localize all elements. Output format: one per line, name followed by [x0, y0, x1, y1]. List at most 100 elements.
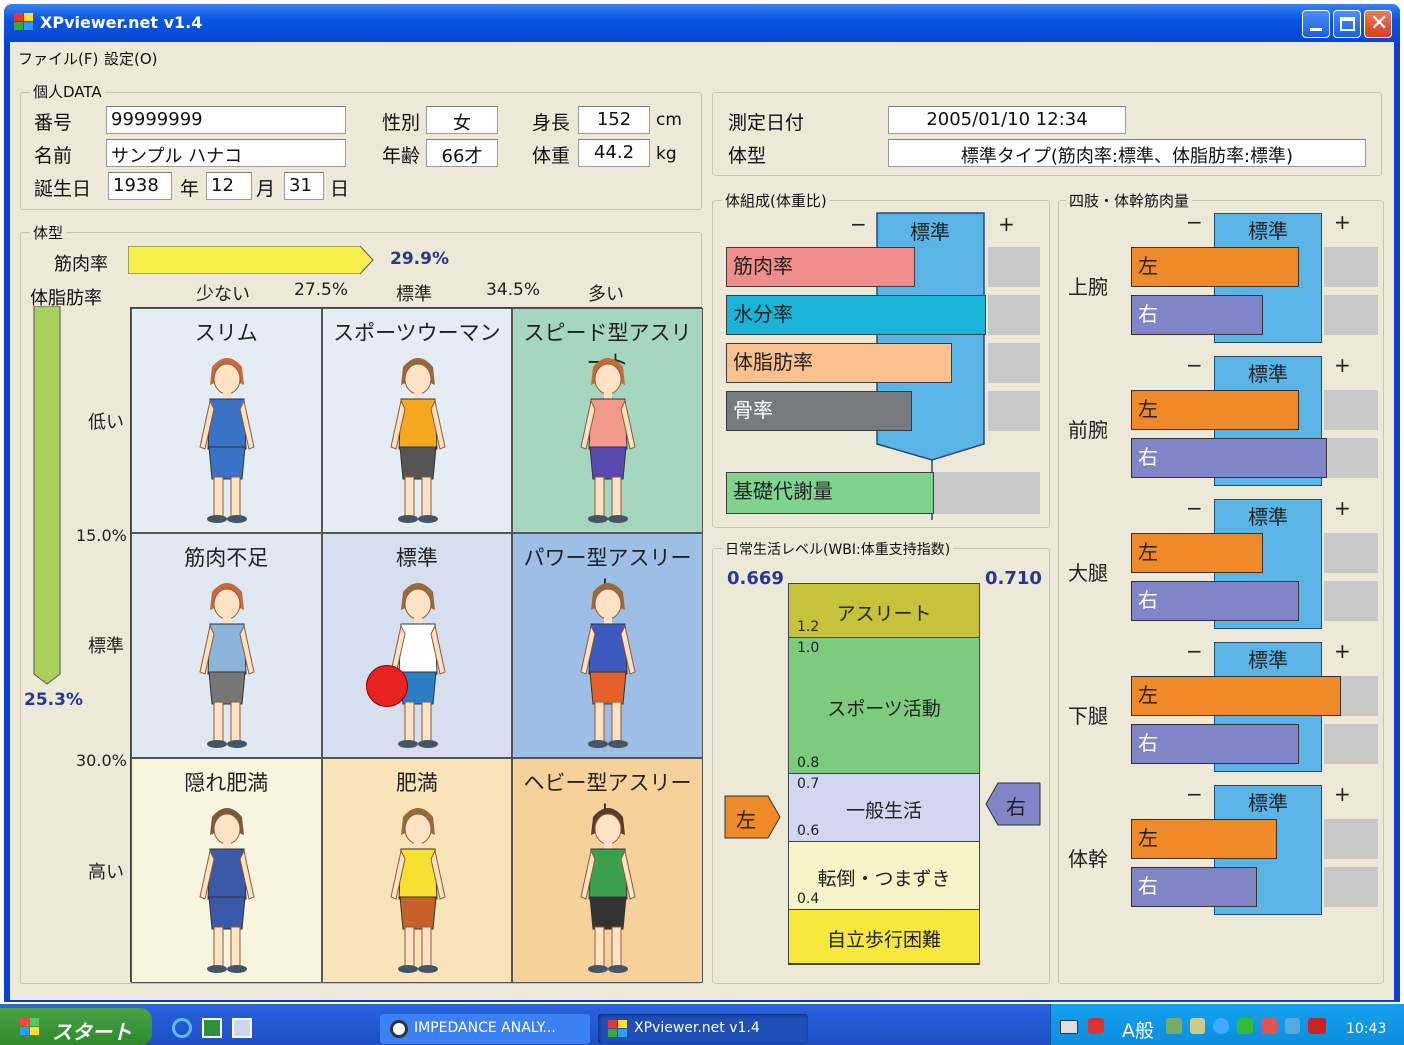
person-figure	[563, 349, 653, 529]
tray-icon-5[interactable]	[1260, 1018, 1277, 1034]
bodytype-cell-name: 標準	[395, 546, 438, 570]
current-position-marker	[365, 665, 408, 707]
limb-gray	[1324, 390, 1378, 430]
height-unit: cm	[656, 110, 682, 130]
person-figure	[373, 799, 463, 979]
wbi-label: 日常生活レベル(WBI:体重支持指数)	[722, 539, 954, 559]
title-bar[interactable]	[4, 4, 1400, 44]
wbi-band-label: 転倒・つまずき	[817, 868, 951, 890]
impedance-icon	[390, 1020, 408, 1038]
id-field[interactable]: 99999999	[106, 106, 346, 134]
bodytype-cell-name: 隠れ肥満	[184, 771, 269, 795]
wbi-left-text: 左	[736, 808, 756, 832]
keyboard-icon[interactable]	[1060, 1020, 1078, 1034]
wbi-tick: 1.2	[797, 619, 820, 635]
person-figure	[373, 574, 463, 754]
tray-icons	[1166, 1018, 1326, 1036]
date-label: 測定日付	[728, 112, 805, 134]
bodytype-cell[interactable]: スピード型アスリート	[512, 308, 703, 533]
wbi-right-text: 右	[1006, 795, 1026, 819]
muscle-ratio-bar: 筋肉率	[726, 247, 915, 287]
bodytype-cell[interactable]: スポーツウーマン	[321, 308, 513, 533]
task-impedance-label: IMPEDANCE ANALY...	[414, 1020, 556, 1036]
limb-gray	[1324, 724, 1378, 764]
bodytype-cell[interactable]: 肥満	[321, 758, 513, 983]
muscle-label: 筋肉率	[54, 254, 108, 275]
bodytype-cell[interactable]: 隠れ肥満	[131, 758, 322, 983]
ie-icon[interactable]	[172, 1018, 192, 1038]
tray-icon-2[interactable]	[1189, 1018, 1206, 1034]
wbi-band: 転倒・つまずき 0.4	[789, 842, 979, 910]
height-field[interactable]: 152	[578, 106, 650, 134]
bodytype-cell[interactable]: スリム	[131, 308, 322, 533]
limb-plus: +	[1334, 353, 1351, 377]
menu-settings[interactable]: 設定(O)	[104, 48, 158, 69]
minimize-button[interactable]	[1302, 10, 1330, 38]
limb-standard-label: 標準	[1248, 791, 1288, 815]
wbi-tick-top: 1.0	[797, 640, 820, 656]
limb-right-bar: 右	[1131, 581, 1299, 621]
y-axis-label-std: 標準	[88, 636, 124, 657]
limb-plus: +	[1334, 210, 1351, 234]
limb-gray	[1324, 819, 1378, 859]
bone-ratio-bar: 骨率	[726, 391, 912, 431]
date-field[interactable]: 2005/01/10 12:34	[888, 106, 1126, 134]
limb-minus: −	[1186, 782, 1203, 806]
limbs-label: 四肢・体幹筋肉量	[1066, 190, 1193, 211]
wbi-right-value: 0.710	[985, 568, 1042, 589]
start-label: スタート	[52, 1020, 132, 1044]
limb-minus: −	[1186, 353, 1203, 377]
birth-month-field[interactable]: 12	[206, 172, 252, 200]
composition-standard-label: 標準	[910, 220, 950, 244]
limb-standard-label: 標準	[1248, 362, 1288, 386]
muscle-value: 29.9%	[390, 249, 449, 269]
weight-field[interactable]: 44.2	[578, 139, 650, 167]
age-label: 年齢	[382, 145, 421, 167]
tray-icon-4[interactable]	[1237, 1018, 1253, 1034]
sex-field[interactable]: 女	[426, 106, 498, 134]
limb-right-bar: 右	[1131, 867, 1257, 907]
day-unit: 日	[330, 178, 350, 200]
limb-left-bar: 左	[1131, 676, 1341, 716]
bodytype-cell[interactable]: ヘビー型アスリート	[512, 758, 703, 983]
maximize-button[interactable]	[1333, 10, 1361, 38]
x-axis-label-std: 標準	[396, 284, 432, 305]
tray-icon-1[interactable]	[1166, 1018, 1182, 1034]
limb-name: 大腿	[1068, 561, 1108, 585]
tray-app-icon[interactable]	[1088, 1018, 1104, 1034]
explorer-icon[interactable]	[232, 1018, 252, 1038]
close-button[interactable]: ✕	[1364, 10, 1392, 38]
person-figure	[182, 349, 272, 529]
bodytype-label: 体型	[30, 222, 67, 243]
wbi-band: 一般生活 0.6 0.7	[789, 774, 979, 842]
bodytype-cell[interactable]: 標準	[321, 533, 513, 758]
comp-gray-2	[988, 295, 1040, 335]
bodytype-cell[interactable]: 筋肉不足	[131, 533, 322, 758]
birth-day-field[interactable]: 31	[284, 172, 324, 200]
limb-gray	[1324, 295, 1378, 335]
fat-bar-fill	[33, 306, 61, 685]
desktop-icon[interactable]	[202, 1018, 222, 1038]
minimize-icon	[1310, 28, 1322, 31]
person-figure	[563, 574, 653, 754]
menu-file[interactable]: ファイル(F)	[18, 48, 98, 69]
ime-indicator[interactable]: A般	[1122, 1016, 1154, 1043]
type-field[interactable]: 標準タイプ(筋肉率:標準、体脂肪率:標準)	[888, 139, 1366, 167]
name-field[interactable]: サンプル ハナコ	[106, 139, 346, 167]
x-axis-tick-2: 34.5%	[486, 280, 541, 300]
x-axis-tick-1: 27.5%	[294, 280, 349, 300]
bodytype-cell[interactable]: パワー型アスリート	[512, 533, 703, 758]
wbi-tick: 0.4	[797, 891, 820, 907]
birth-year-field[interactable]: 1938	[108, 172, 172, 200]
wbi-band: 自立歩行困難	[789, 910, 979, 964]
age-field[interactable]: 66才	[426, 139, 498, 167]
fat-ratio-bar: 体脂肪率	[726, 343, 952, 383]
limb-minus: −	[1186, 496, 1203, 520]
x-axis-label-many: 多い	[588, 284, 624, 305]
limb-plus: +	[1334, 639, 1351, 663]
ati-icon[interactable]	[1308, 1018, 1326, 1034]
bodytype-cell-name: スリム	[194, 321, 258, 345]
tray-icon-3[interactable]	[1213, 1018, 1230, 1034]
tray-icon-6[interactable]	[1284, 1018, 1301, 1034]
person-figure	[182, 799, 272, 979]
